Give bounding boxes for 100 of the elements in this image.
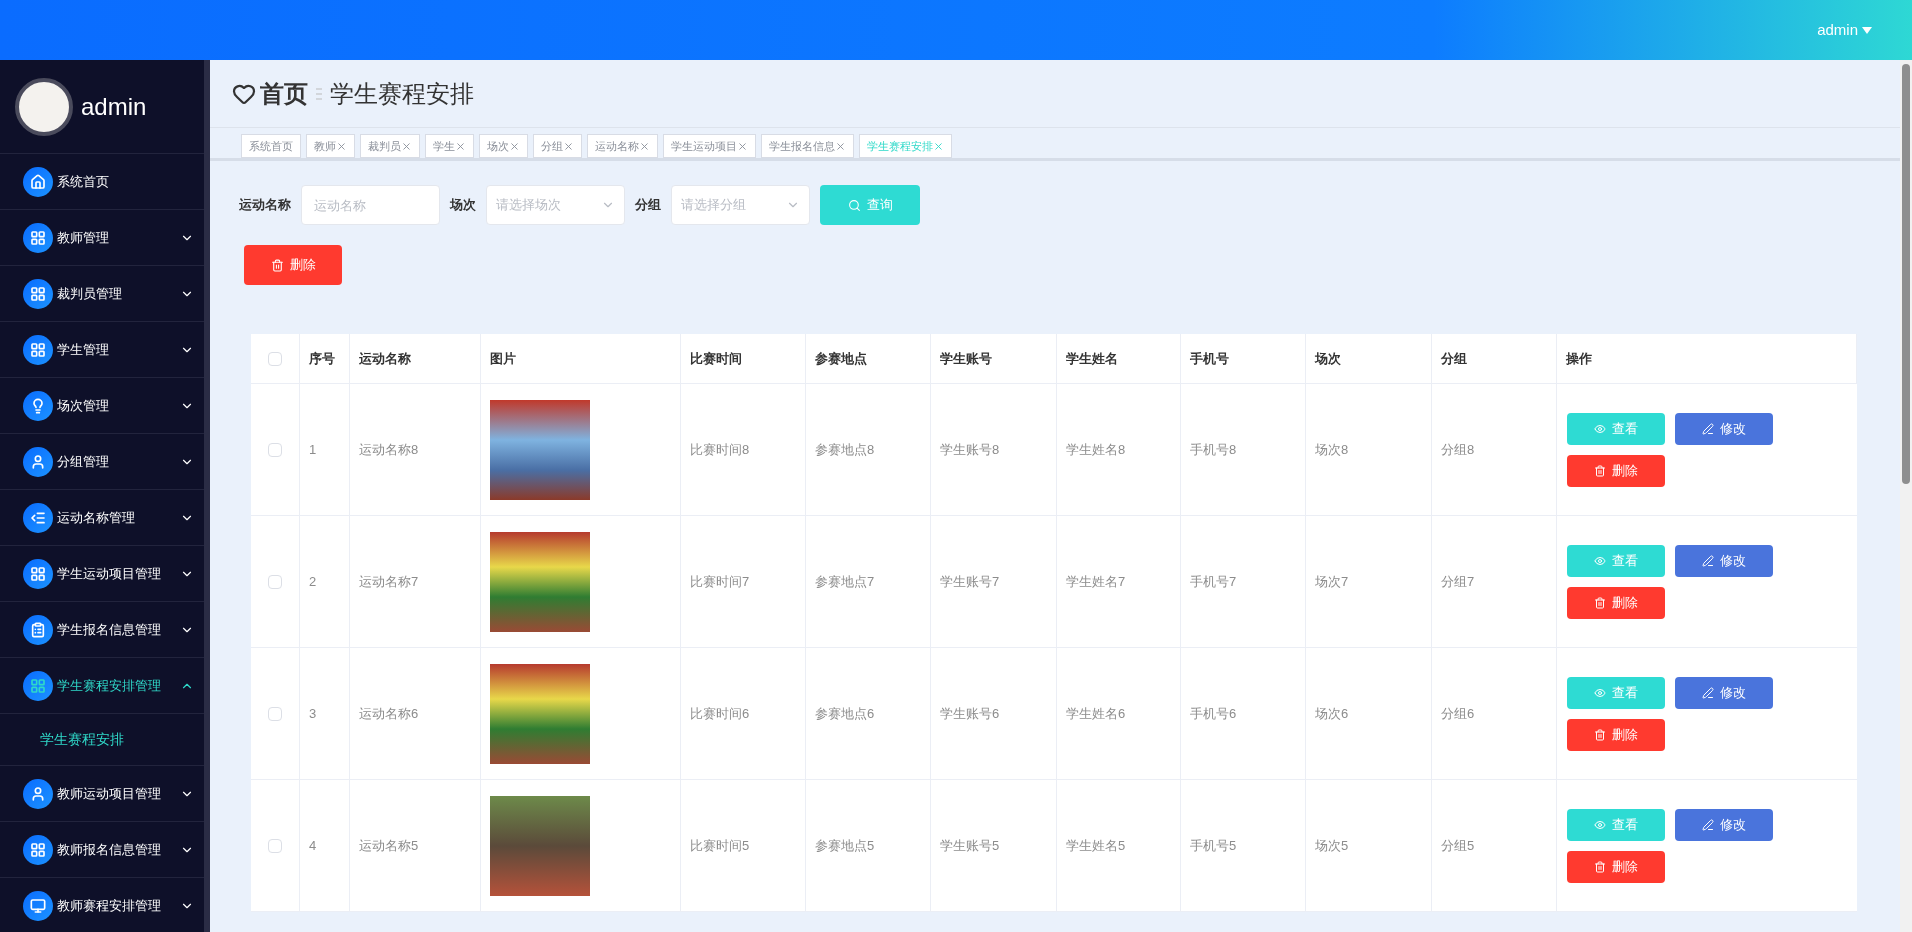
close-icon[interactable] — [336, 140, 347, 152]
separator-icon — [316, 86, 322, 101]
clipboard-icon — [23, 614, 53, 645]
page-tab[interactable]: 分组 — [533, 134, 582, 158]
sidebar-item[interactable]: 学生管理 — [0, 322, 204, 378]
select-field[interactable]: 请选择场次 — [486, 185, 625, 225]
sidebar-item[interactable]: 系统首页 — [0, 154, 204, 210]
close-icon[interactable] — [737, 140, 748, 152]
edit-button[interactable]: 修改 — [1675, 808, 1773, 841]
table-cell-text: 手机号6 — [1190, 704, 1237, 723]
pen-icon — [1702, 818, 1714, 831]
delete-row-button[interactable]: 删除 — [1567, 454, 1665, 487]
delete-row-button[interactable]: 删除 — [1567, 586, 1665, 619]
close-icon[interactable] — [933, 140, 944, 152]
table-cell-text: 运动名称7 — [359, 572, 419, 591]
table-cell-text: 运动名称6 — [359, 704, 419, 723]
delete-row-button[interactable]: 删除 — [1567, 718, 1665, 751]
table-cell-text: 运动名称8 — [359, 440, 419, 459]
checkbox[interactable] — [268, 838, 282, 853]
table-cell-text: 分组5 — [1441, 836, 1475, 855]
sidebar-item[interactable]: 学生报名信息管理 — [0, 602, 204, 658]
breadcrumb-home[interactable]: 首页 — [260, 75, 308, 112]
page-tab[interactable]: 场次 — [479, 134, 528, 158]
sidebar-item[interactable]: 场次管理 — [0, 378, 204, 434]
close-icon[interactable] — [835, 140, 846, 152]
sidebar-item[interactable]: 教师赛程安排管理 — [0, 878, 204, 932]
checkbox[interactable] — [268, 706, 282, 721]
checkbox[interactable] — [268, 442, 282, 457]
user-icon — [23, 778, 53, 809]
sidebar-subitem[interactable]: 学生赛程安排 — [0, 714, 204, 766]
page-tab[interactable]: 学生报名信息 — [761, 134, 854, 158]
sidebar-item[interactable]: 学生赛程安排管理 — [0, 658, 204, 714]
sidebar-item[interactable]: 运动名称管理 — [0, 490, 204, 546]
delete-row-button[interactable]: 删除 — [1567, 850, 1665, 883]
sidebar-item[interactable]: 教师报名信息管理 — [0, 822, 204, 878]
sidebar-item[interactable]: 教师管理 — [0, 210, 204, 266]
list-icon — [23, 502, 53, 533]
scrollbar[interactable] — [1900, 60, 1912, 932]
table-cell-text: 4 — [309, 836, 317, 855]
grid-icon — [23, 558, 53, 589]
column-header: 手机号 — [1190, 349, 1229, 368]
table-cell-text: 比赛时间5 — [690, 836, 750, 855]
page-tab[interactable]: 运动名称 — [587, 134, 658, 158]
caret-icon — [1862, 26, 1872, 34]
table-cell-text: 分组8 — [1441, 440, 1475, 459]
trash-icon — [1594, 464, 1606, 477]
sidebar-item[interactable]: 分组管理 — [0, 434, 204, 490]
table-cell-text: 参赛地点6 — [815, 704, 875, 723]
trash-icon — [1594, 860, 1606, 873]
table-cell-text: 参赛地点5 — [815, 836, 875, 855]
table-cell-text: 场次5 — [1315, 836, 1349, 855]
page-tab[interactable]: 教师 — [306, 134, 355, 158]
home-icon — [23, 166, 53, 197]
grid-icon — [23, 278, 53, 309]
eye-icon — [1594, 422, 1606, 435]
breadcrumb-current: 学生赛程安排 — [330, 78, 474, 109]
page-tab[interactable]: 系统首页 — [241, 134, 301, 158]
sidebar-username: admin — [81, 91, 147, 122]
close-icon[interactable] — [639, 140, 650, 152]
input-field[interactable]: 运动名称 — [301, 185, 440, 225]
table-cell-text: 学生姓名5 — [1066, 836, 1126, 855]
page-tab[interactable]: 学生赛程安排 — [859, 134, 952, 158]
table-cell-text: 手机号7 — [1190, 572, 1237, 591]
checkbox[interactable] — [268, 574, 282, 589]
table-cell-text: 场次7 — [1315, 572, 1349, 591]
table-cell-text: 分组7 — [1441, 572, 1475, 591]
edit-button[interactable]: 修改 — [1675, 412, 1773, 445]
sidebar-item[interactable]: 裁判员管理 — [0, 266, 204, 322]
close-icon[interactable] — [401, 140, 412, 152]
column-header: 学生账号 — [940, 349, 992, 368]
page-tab[interactable]: 学生运动项目 — [663, 134, 756, 158]
column-header: 运动名称 — [359, 349, 411, 368]
table-cell-text: 学生账号7 — [940, 572, 1000, 591]
table-cell-text: 3 — [309, 704, 317, 723]
column-header: 参赛地点 — [815, 349, 867, 368]
edit-button[interactable]: 修改 — [1675, 676, 1773, 709]
user-icon — [23, 446, 53, 477]
monitor-icon — [23, 890, 53, 921]
checkbox[interactable] — [268, 351, 282, 366]
eye-icon — [1594, 554, 1606, 567]
user-menu[interactable]: admin — [1817, 18, 1872, 42]
trash-icon — [1594, 596, 1606, 609]
close-icon[interactable] — [563, 140, 574, 152]
table-cell-text: 学生账号8 — [940, 440, 1000, 459]
pen-icon — [1702, 422, 1714, 435]
table-cell-text: 学生姓名7 — [1066, 572, 1126, 591]
edit-button[interactable]: 修改 — [1675, 544, 1773, 577]
delete-button[interactable]: 删除 — [244, 245, 342, 285]
table-cell-text: 参赛地点8 — [815, 440, 875, 459]
select-field[interactable]: 请选择分组 — [671, 185, 810, 225]
column-header: 分组 — [1441, 349, 1467, 368]
close-icon[interactable] — [509, 140, 520, 152]
table-cell-text: 手机号8 — [1190, 440, 1237, 459]
close-icon[interactable] — [455, 140, 466, 152]
page-tab[interactable]: 裁判员 — [360, 134, 420, 158]
sidebar-item[interactable]: 学生运动项目管理 — [0, 546, 204, 602]
table-cell-text: 学生姓名6 — [1066, 704, 1126, 723]
sidebar-item[interactable]: 教师运动项目管理 — [0, 766, 204, 822]
table-cell-text: 学生账号5 — [940, 836, 1000, 855]
page-tab[interactable]: 学生 — [425, 134, 474, 158]
